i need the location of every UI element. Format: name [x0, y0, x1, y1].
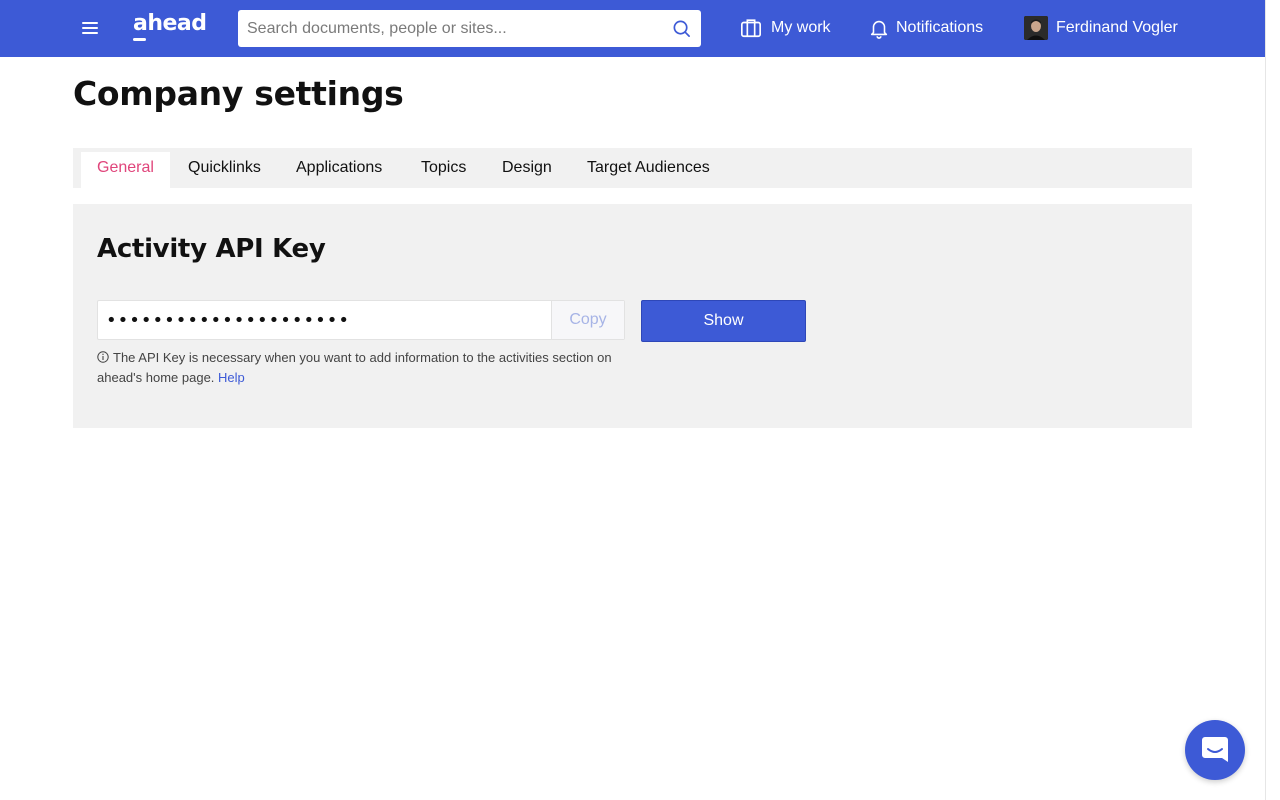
api-key-field: Copy	[97, 300, 625, 340]
tab-general[interactable]: General	[81, 152, 170, 188]
page-title: Company settings	[73, 74, 404, 113]
activity-api-key-panel: Activity API Key Copy Show The API Key i…	[73, 204, 1192, 428]
top-navigation-bar: ahead My work Notifications	[0, 0, 1265, 57]
briefcase-icon	[741, 19, 761, 38]
show-button[interactable]: Show	[641, 300, 806, 342]
my-work-label: My work	[771, 19, 831, 36]
search-box	[238, 10, 701, 47]
ahead-logo[interactable]: ahead	[133, 11, 207, 36]
tab-topics[interactable]: Topics	[421, 152, 466, 188]
panel-title: Activity API Key	[97, 234, 326, 264]
info-icon	[97, 351, 109, 363]
tab-design[interactable]: Design	[502, 152, 552, 188]
scrollbar-track[interactable]	[1265, 0, 1280, 800]
user-name: Ferdinand Vogler	[1056, 19, 1178, 36]
help-link[interactable]: Help	[218, 370, 245, 385]
user-menu[interactable]: Ferdinand Vogler	[1024, 16, 1194, 40]
tab-target-audiences[interactable]: Target Audiences	[587, 152, 710, 188]
notifications-link[interactable]: Notifications	[868, 16, 998, 40]
tab-quicklinks[interactable]: Quicklinks	[188, 152, 261, 188]
hint-text: The API Key is necessary when you want t…	[97, 350, 612, 385]
notifications-label: Notifications	[896, 19, 984, 36]
avatar	[1024, 16, 1048, 40]
search-icon[interactable]	[672, 19, 691, 38]
my-work-link[interactable]: My work	[740, 16, 840, 40]
bell-icon	[870, 20, 888, 39]
chat-icon	[1202, 737, 1228, 762]
tab-applications[interactable]: Applications	[296, 152, 382, 188]
hamburger-menu-icon[interactable]	[80, 19, 102, 37]
api-key-input[interactable]	[98, 301, 550, 339]
search-input[interactable]	[238, 10, 658, 47]
chat-launcher-button[interactable]	[1185, 720, 1245, 780]
logo-underline	[133, 38, 146, 41]
settings-tabs: General Quicklinks Applications Topics D…	[73, 148, 1192, 188]
copy-button[interactable]: Copy	[551, 301, 624, 339]
api-key-hint: The API Key is necessary when you want t…	[97, 348, 617, 388]
